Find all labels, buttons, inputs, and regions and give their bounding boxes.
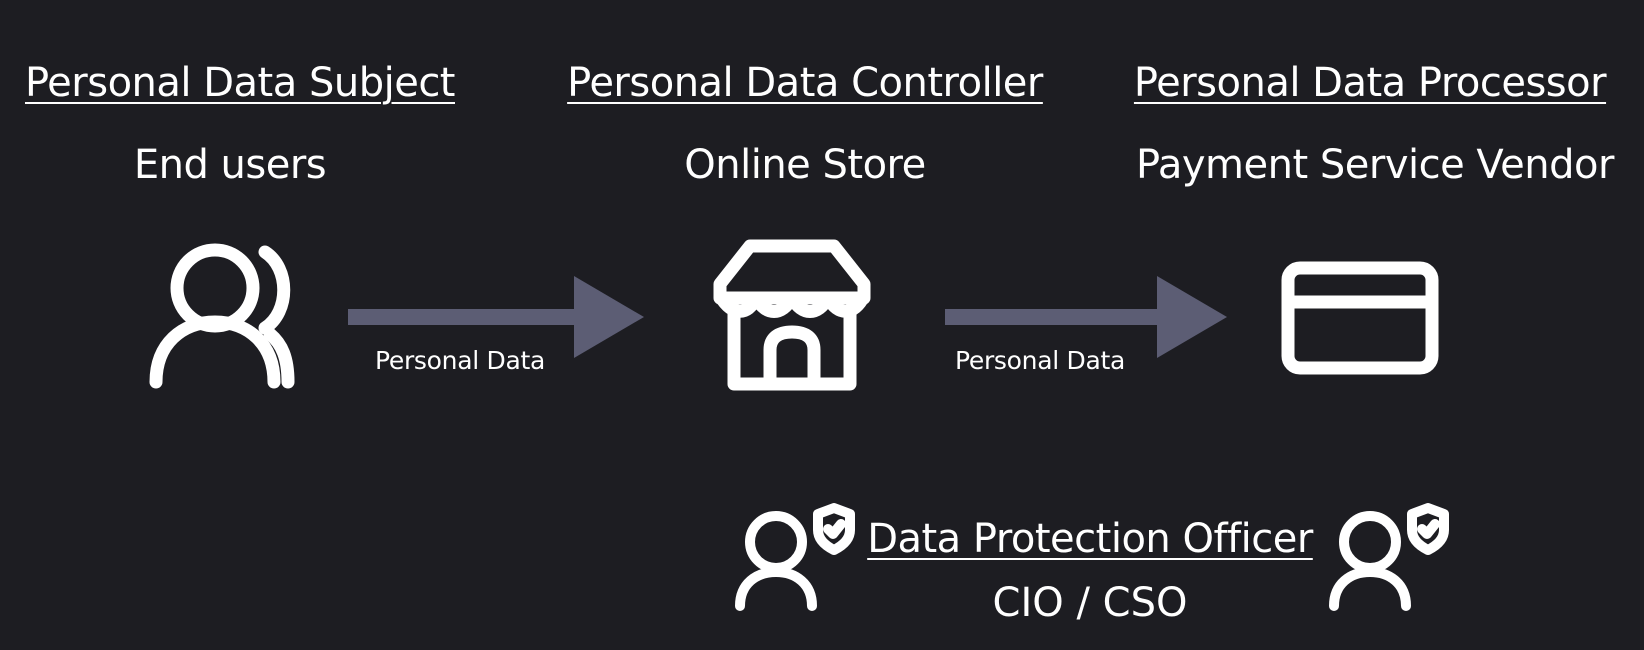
flow-label-2: Personal Data bbox=[954, 346, 1125, 375]
dpo-name: CIO / CSO bbox=[992, 580, 1188, 626]
controller-entity-label: Online Store bbox=[684, 142, 926, 188]
processor-role-heading: Personal Data Processor bbox=[1133, 60, 1607, 106]
user-shield-icon-right bbox=[1329, 503, 1449, 611]
user-shield-icon-left bbox=[735, 503, 855, 611]
store-icon bbox=[713, 239, 871, 391]
subject-role-heading: Personal Data Subject bbox=[24, 60, 456, 106]
flow-label-1: Personal Data bbox=[374, 346, 545, 375]
subject-entity-label: End users bbox=[133, 142, 327, 188]
controller-role-heading: Personal Data Controller bbox=[567, 60, 1043, 106]
users-icon bbox=[149, 243, 295, 389]
processor-entity-label: Payment Service Vendor bbox=[1136, 142, 1614, 188]
dpo-title: Data Protection Officer bbox=[867, 516, 1313, 562]
credit-card-icon bbox=[1281, 261, 1439, 375]
